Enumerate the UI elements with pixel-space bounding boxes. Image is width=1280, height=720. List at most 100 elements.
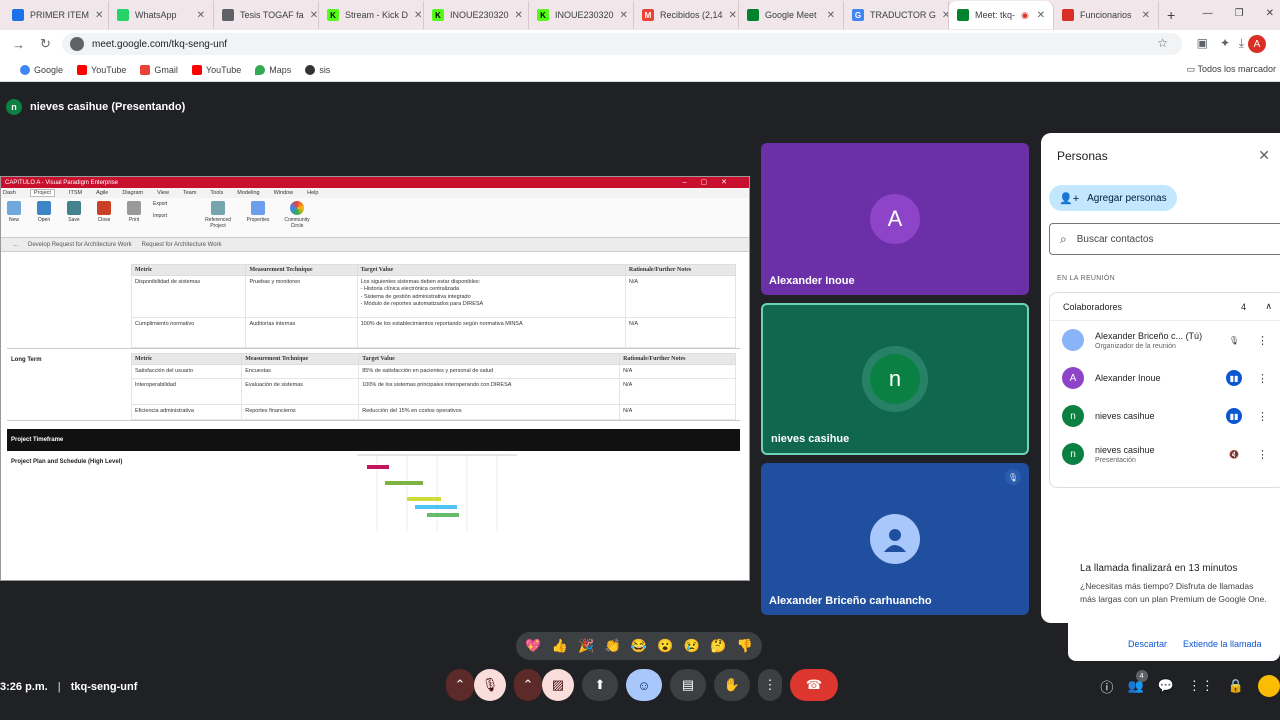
media-icon[interactable]: ▣	[1197, 36, 1208, 50]
extend-call-button[interactable]: Extiende la llamada	[1183, 639, 1262, 649]
tile-nieves-casihue[interactable]: n nieves casihue	[761, 303, 1029, 455]
host-controls-icon[interactable]: 🔒	[1228, 678, 1244, 694]
close-tab-icon[interactable]: ✕	[414, 10, 422, 21]
ribbon-print[interactable]: Print	[123, 201, 145, 223]
more-options-icon[interactable]: ⋮	[1257, 334, 1268, 347]
add-people-button[interactable]: 👤+ Agregar personas	[1049, 185, 1177, 211]
menu-diagram[interactable]: Diagram	[122, 190, 143, 196]
ribbon-properties[interactable]: Properties	[243, 201, 273, 223]
sad-reaction[interactable]: 😢	[684, 638, 700, 654]
reload-icon[interactable]: ↻	[40, 36, 56, 52]
camera-options-button[interactable]: ⌃	[514, 669, 542, 701]
close-tab-icon[interactable]: ✕	[515, 10, 523, 21]
info-icon[interactable]: ⓘ	[1100, 677, 1113, 696]
dismiss-button[interactable]: Descartar	[1128, 639, 1167, 649]
bookmark-youtube[interactable]: YouTube	[77, 64, 126, 75]
new-tab-button[interactable]: +	[1167, 7, 1175, 23]
surprised-reaction[interactable]: 😮	[657, 638, 673, 654]
tab-tesis-togaf[interactable]: Tesis TOGAF fa ✕	[214, 1, 319, 29]
people-button[interactable]: 👥 4	[1127, 670, 1148, 694]
site-info-icon[interactable]	[70, 37, 84, 51]
extensions-icon[interactable]: ✦	[1220, 36, 1230, 50]
list-item[interactable]: n nieves casihue Presentación 🔇 ⋮	[1050, 435, 1280, 473]
close-tab-icon[interactable]: ✕	[729, 10, 737, 21]
maximize-icon[interactable]: ❐	[1235, 8, 1244, 19]
bookmark-sis[interactable]: sis	[305, 64, 330, 75]
menu-itsm[interactable]: ITSM	[69, 190, 82, 196]
profile-avatar[interactable]: A	[1248, 35, 1266, 53]
ribbon-community-circle[interactable]: Community Circle	[281, 201, 313, 229]
tab-meet-active[interactable]: Meet: tkq- ◉ ✕	[949, 1, 1054, 29]
mic-options-button[interactable]: ⌃	[446, 669, 474, 701]
collaborators-header[interactable]: Colaboradores 4 ∧	[1050, 293, 1280, 321]
tab-inoue-2[interactable]: K INOUE230320 ✕	[529, 1, 634, 29]
emoji-reactions-button[interactable]: ☺	[626, 669, 662, 701]
close-tab-icon[interactable]: ✕	[95, 10, 103, 21]
menu-project[interactable]: Project	[29, 189, 55, 197]
tab-google-meet[interactable]: Google Meet ✕	[739, 1, 844, 29]
tab-primer-item[interactable]: PRIMER ITEM ✕	[4, 1, 109, 29]
close-tab-icon[interactable]: ✕	[827, 10, 835, 21]
close-tab-icon[interactable]: ✕	[620, 10, 628, 21]
thumbs-up-reaction[interactable]: 👍	[552, 638, 568, 654]
more-options-button[interactable]: ⋮	[758, 669, 782, 701]
menu-agile[interactable]: Agile	[96, 190, 108, 196]
close-tab-icon[interactable]: ✕	[942, 10, 948, 21]
all-bookmarks[interactable]: ▭ Todos los marcador	[1187, 64, 1276, 75]
close-tab-icon[interactable]: ✕	[310, 10, 318, 21]
ribbon-open[interactable]: Open	[33, 201, 55, 223]
tab-whatsapp[interactable]: WhatsApp ✕	[109, 1, 214, 29]
tab-funcionarios[interactable]: Funcionarios ✕	[1054, 1, 1159, 29]
close-window-icon[interactable]: ✕	[1266, 8, 1274, 19]
camera-toggle-button[interactable]: ▨	[542, 669, 574, 701]
bookmark-youtube-2[interactable]: YouTube	[191, 64, 241, 75]
more-options-icon[interactable]: ⋮	[1257, 410, 1268, 423]
menu-window[interactable]: Window	[274, 190, 294, 196]
activities-icon[interactable]: ⋮⋮	[1188, 678, 1214, 694]
bookmark-star-icon[interactable]: ☆	[1157, 36, 1168, 50]
close-icon[interactable]: ✕	[1258, 147, 1270, 164]
more-options-icon[interactable]: ⋮	[1257, 448, 1268, 461]
ribbon-close[interactable]: Close	[93, 201, 115, 223]
search-contacts-input[interactable]: ⌕ Buscar contactos	[1049, 223, 1280, 255]
chevron-up-icon[interactable]: ∧	[1265, 301, 1272, 312]
tile-alexander-inoue[interactable]: A Alexander Inoue	[761, 143, 1029, 295]
ribbon-new[interactable]: New	[3, 201, 25, 223]
party-reaction[interactable]: 🎉	[578, 638, 594, 654]
captions-button[interactable]: ▤	[670, 669, 706, 701]
menu-help[interactable]: Help	[307, 190, 318, 196]
menu-view[interactable]: View	[157, 190, 169, 196]
forward-icon[interactable]: →	[12, 37, 28, 52]
list-item[interactable]: Alexander Briceño c... (Tú) Organizador d…	[1050, 321, 1280, 359]
close-tab-icon[interactable]: ✕	[1037, 10, 1045, 21]
thumbs-down-reaction[interactable]: 👎	[737, 638, 753, 654]
download-icon[interactable]: ⤓	[1239, 36, 1244, 51]
tab-kick-stream[interactable]: K Stream - Kick D ✕	[319, 1, 424, 29]
close-tab-icon[interactable]: ✕	[1142, 10, 1150, 21]
chat-icon[interactable]: 💬	[1158, 678, 1174, 694]
ribbon-import[interactable]: Import	[153, 213, 193, 219]
list-item[interactable]: A Alexander Inoue ▮▮ ⋮	[1050, 359, 1280, 397]
raise-hand-button[interactable]: ✋	[714, 669, 750, 701]
leave-call-button[interactable]: ☎	[790, 669, 838, 701]
minimize-icon[interactable]: —	[1203, 8, 1213, 19]
companion-icon[interactable]	[1258, 675, 1280, 697]
close-tab-icon[interactable]: ✕	[197, 10, 205, 21]
ribbon-save[interactable]: Save	[63, 201, 85, 223]
list-item[interactable]: n nieves casihue ▮▮ ⋮	[1050, 397, 1280, 435]
bookmark-maps[interactable]: Maps	[255, 64, 291, 75]
laugh-reaction[interactable]: 😂	[631, 638, 647, 654]
menu-tools[interactable]: Tools	[210, 190, 223, 196]
thinking-reaction[interactable]: 🤔	[710, 638, 726, 654]
ribbon-export[interactable]: Export	[153, 201, 193, 207]
present-screen-button[interactable]: ⬆	[582, 669, 618, 701]
bookmark-google[interactable]: Google	[20, 64, 63, 75]
ribbon-referenced-project[interactable]: Referenced Project	[201, 201, 235, 229]
tab-inoue-1[interactable]: K INOUE230320 ✕	[424, 1, 529, 29]
bookmark-gmail[interactable]: Gmail	[140, 64, 178, 75]
url-field[interactable]: meet.google.com/tkq-seng-unf ☆	[62, 33, 1182, 55]
more-options-icon[interactable]: ⋮	[1257, 372, 1268, 385]
menu-team[interactable]: Team	[183, 190, 196, 196]
tile-alexander-briceno[interactable]: 🎙 Alexander Briceño carhuancho	[761, 463, 1029, 615]
clap-reaction[interactable]: 👏	[604, 638, 620, 654]
